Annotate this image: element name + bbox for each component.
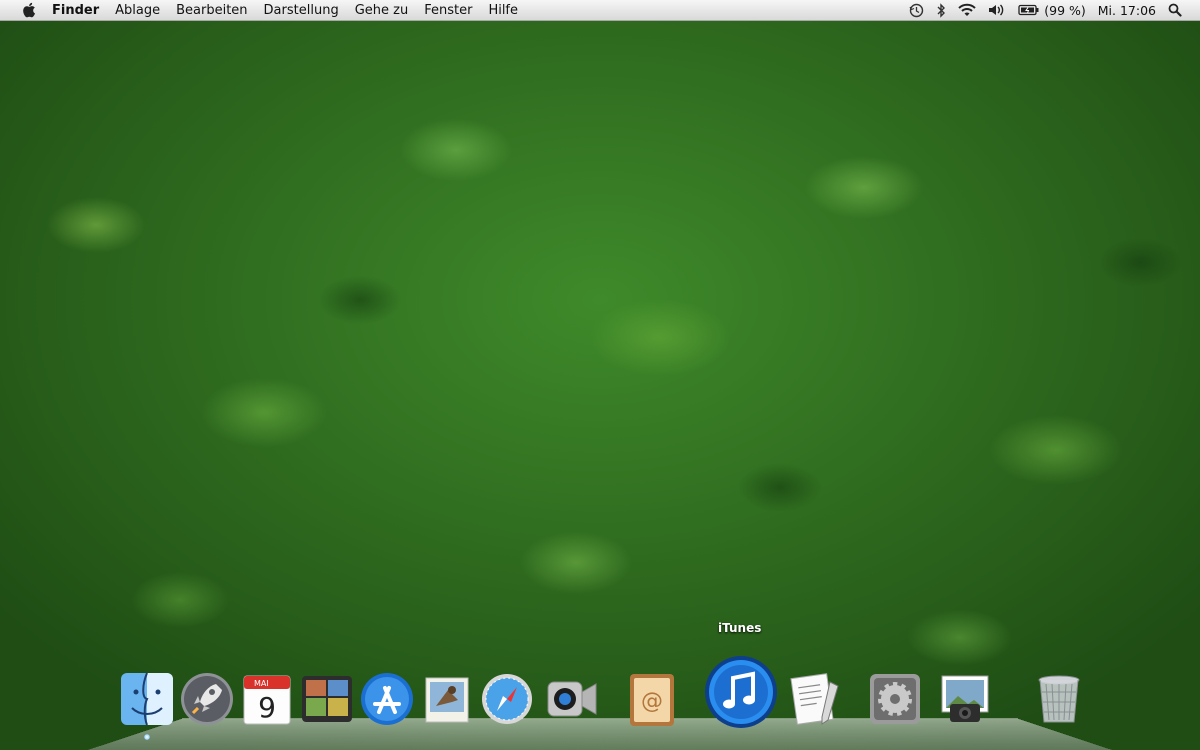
menu-ablage[interactable]: Ablage bbox=[107, 3, 168, 18]
address-book-icon[interactable]: @ bbox=[622, 670, 680, 728]
facetime-icon[interactable] bbox=[542, 670, 600, 728]
menu-gehe-zu[interactable]: Gehe zu bbox=[347, 3, 417, 18]
menu-finder[interactable]: Finder bbox=[44, 3, 107, 18]
calendar-month: MAI bbox=[254, 679, 269, 688]
menu-bearbeiten[interactable]: Bearbeiten bbox=[168, 3, 255, 18]
iphoto-icon[interactable] bbox=[936, 670, 994, 728]
dock-tooltip-itunes: iTunes bbox=[718, 621, 762, 635]
dock: MAI 9 @ bbox=[110, 656, 1090, 740]
menu-fenster[interactable]: Fenster bbox=[416, 3, 480, 18]
finder-icon[interactable] bbox=[118, 670, 176, 728]
svg-text:@: @ bbox=[641, 689, 663, 714]
calendar-icon[interactable]: MAI 9 bbox=[238, 670, 296, 728]
menu-bar: Finder Ablage Bearbeiten Darstellung Geh… bbox=[0, 0, 1200, 21]
itunes-icon[interactable] bbox=[703, 654, 779, 730]
textedit-preview-icon[interactable] bbox=[786, 670, 844, 728]
launchpad-icon[interactable] bbox=[178, 670, 236, 728]
menu-darstellung[interactable]: Darstellung bbox=[256, 3, 347, 18]
apple-icon[interactable] bbox=[14, 2, 44, 18]
wifi-icon[interactable] bbox=[952, 3, 982, 17]
trash-icon[interactable] bbox=[1030, 670, 1088, 728]
desktop-wallpaper[interactable]: Finder Ablage Bearbeiten Darstellung Geh… bbox=[0, 0, 1200, 750]
system-preferences-icon[interactable] bbox=[866, 670, 924, 728]
bluetooth-icon[interactable] bbox=[930, 2, 952, 18]
mail-icon[interactable] bbox=[418, 670, 476, 728]
app-store-icon[interactable] bbox=[358, 670, 416, 728]
finder-running-indicator bbox=[144, 734, 150, 740]
menu-hilfe[interactable]: Hilfe bbox=[480, 3, 526, 18]
spotlight-search-icon[interactable] bbox=[1162, 3, 1188, 17]
photo-booth-icon[interactable] bbox=[298, 670, 356, 728]
menu-clock[interactable]: Mi. 17:06 bbox=[1092, 3, 1162, 18]
battery-icon bbox=[1018, 4, 1039, 16]
battery-percentage: (99 %) bbox=[1044, 2, 1086, 18]
battery-status[interactable]: (99 %) bbox=[1012, 3, 1092, 18]
volume-icon[interactable] bbox=[982, 3, 1012, 17]
calendar-day: 9 bbox=[258, 691, 276, 724]
safari-icon[interactable] bbox=[478, 670, 536, 728]
time-machine-icon[interactable] bbox=[903, 3, 930, 18]
